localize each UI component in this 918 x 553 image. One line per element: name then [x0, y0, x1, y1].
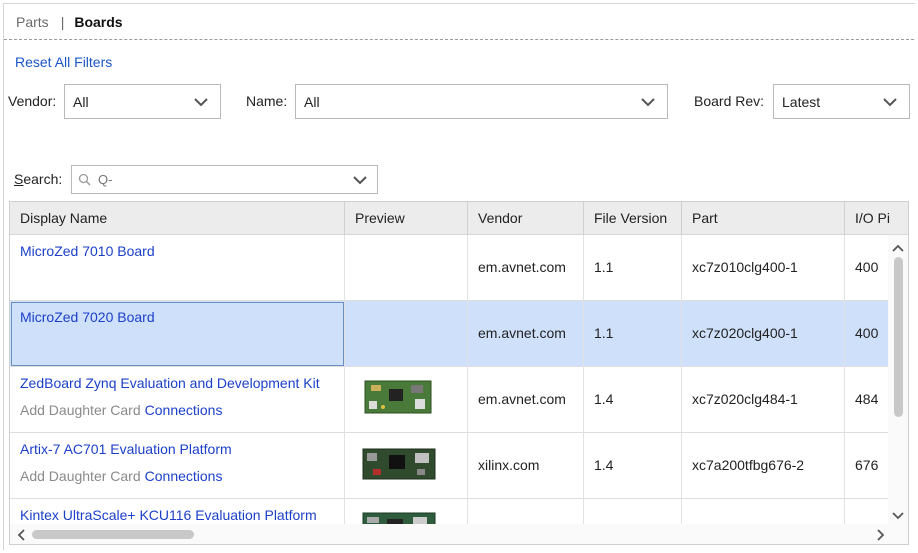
vendor-label: Vendor: [8, 93, 57, 109]
table-row[interactable]: MicroZed 7010 Board em.avnet.com 1.1 xc7… [10, 235, 890, 301]
add-daughter-card-label: Add Daughter Card [20, 468, 141, 484]
horizontal-scrollbar[interactable] [10, 524, 908, 544]
chevron-left-icon[interactable] [16, 528, 26, 544]
tab-parts[interactable]: Parts [16, 14, 49, 30]
display-name-cell: ZedBoard Zynq Evaluation and Development… [10, 367, 345, 433]
vertical-scrollbar[interactable] [888, 235, 908, 526]
tab-boards[interactable]: Boards [74, 14, 122, 30]
file-version-cell: 1.1 [584, 235, 682, 301]
part-cell: xc7z020clg484-1 [682, 367, 845, 433]
part-cell: xc7z010clg400-1 [682, 235, 845, 301]
board-rev-value: Latest [782, 93, 821, 110]
vertical-scroll-thumb[interactable] [894, 257, 903, 417]
search-input[interactable] [96, 169, 346, 190]
board-rev-dropdown[interactable]: Latest [773, 84, 910, 119]
chevron-down-icon[interactable] [353, 173, 367, 190]
column-header-preview[interactable]: Preview [345, 202, 468, 235]
divider [4, 39, 914, 40]
board-preview-image [362, 448, 436, 480]
tab-bar: Parts | Boards [16, 12, 123, 32]
file-version-cell: 1.1 [584, 301, 682, 367]
preview-cell [345, 433, 468, 499]
chevron-down-icon[interactable] [892, 508, 904, 524]
name-dropdown[interactable]: All [295, 84, 668, 119]
horizontal-scroll-thumb[interactable] [32, 530, 194, 539]
vendor-cell: em.avnet.com [468, 367, 584, 433]
daughter-card-line: Add Daughter Card Connections [20, 468, 222, 484]
name-value: All [304, 93, 320, 110]
column-header-file-version[interactable]: File Version [584, 202, 682, 235]
chevron-right-icon[interactable] [876, 528, 886, 544]
file-version-cell: 1.4 [584, 367, 682, 433]
display-name-cell: MicroZed 7020 Board [10, 301, 345, 367]
preview-cell [345, 235, 468, 301]
column-header-part[interactable]: Part [682, 202, 845, 235]
column-header-vendor[interactable]: Vendor [468, 202, 584, 235]
chevron-down-icon [194, 95, 208, 109]
chevron-up-icon[interactable] [892, 240, 904, 256]
vendor-cell: em.avnet.com [468, 301, 584, 367]
vendor-cell: xilinx.com [468, 433, 584, 499]
board-preview-image [364, 380, 432, 414]
daughter-card-line: Add Daughter Card Connections [20, 402, 222, 418]
vendor-cell: em.avnet.com [468, 235, 584, 301]
connections-link[interactable]: Connections [145, 402, 223, 418]
search-icon [78, 173, 92, 190]
add-daughter-card-label: Add Daughter Card [20, 402, 141, 418]
connections-link[interactable]: Connections [145, 468, 223, 484]
display-name-cell: MicroZed 7010 Board [10, 235, 345, 301]
vendor-value: All [73, 93, 89, 110]
file-version-cell: 1.4 [584, 433, 682, 499]
board-name-link[interactable]: Artix-7 AC701 Evaluation Platform [20, 441, 232, 457]
board-name-link[interactable]: MicroZed 7010 Board [20, 243, 155, 259]
search-label: Search: [14, 171, 63, 187]
table-row[interactable]: Artix-7 AC701 Evaluation Platform Add Da… [10, 433, 890, 499]
table-row[interactable]: ZedBoard Zynq Evaluation and Development… [10, 367, 890, 433]
search-field[interactable] [71, 165, 378, 194]
vendor-dropdown[interactable]: All [64, 84, 221, 119]
chevron-down-icon [883, 95, 897, 109]
part-cell: xc7a200tfbg676-2 [682, 433, 845, 499]
board-name-link[interactable]: ZedBoard Zynq Evaluation and Development… [20, 375, 320, 391]
board-name-link[interactable]: MicroZed 7020 Board [20, 309, 155, 325]
io-pins-cell: 484 [855, 391, 879, 407]
preview-cell [345, 367, 468, 433]
preview-cell [345, 301, 468, 367]
io-pins-cell: 400 [855, 259, 879, 275]
column-header-io-pins[interactable]: I/O Pi [845, 202, 890, 235]
io-pins-cell: 400 [855, 325, 879, 341]
part-cell: xc7z020clg400-1 [682, 301, 845, 367]
table-header: Display Name Preview Vendor File Version… [10, 202, 908, 235]
tab-separator: | [60, 14, 65, 30]
reset-all-filters-link[interactable]: Reset All Filters [15, 54, 112, 70]
board-rev-label: Board Rev: [694, 93, 765, 109]
display-name-cell: Artix-7 AC701 Evaluation Platform Add Da… [10, 433, 345, 499]
chevron-down-icon [641, 95, 655, 109]
boards-table: Display Name Preview Vendor File Version… [9, 201, 909, 545]
table-row-selected[interactable]: MicroZed 7020 Board em.avnet.com 1.1 xc7… [10, 301, 890, 367]
io-pins-cell: 676 [855, 457, 879, 473]
column-header-display-name[interactable]: Display Name [10, 202, 345, 235]
name-label: Name: [246, 93, 288, 109]
board-name-link[interactable]: Kintex UltraScale+ KCU116 Evaluation Pla… [20, 507, 317, 523]
